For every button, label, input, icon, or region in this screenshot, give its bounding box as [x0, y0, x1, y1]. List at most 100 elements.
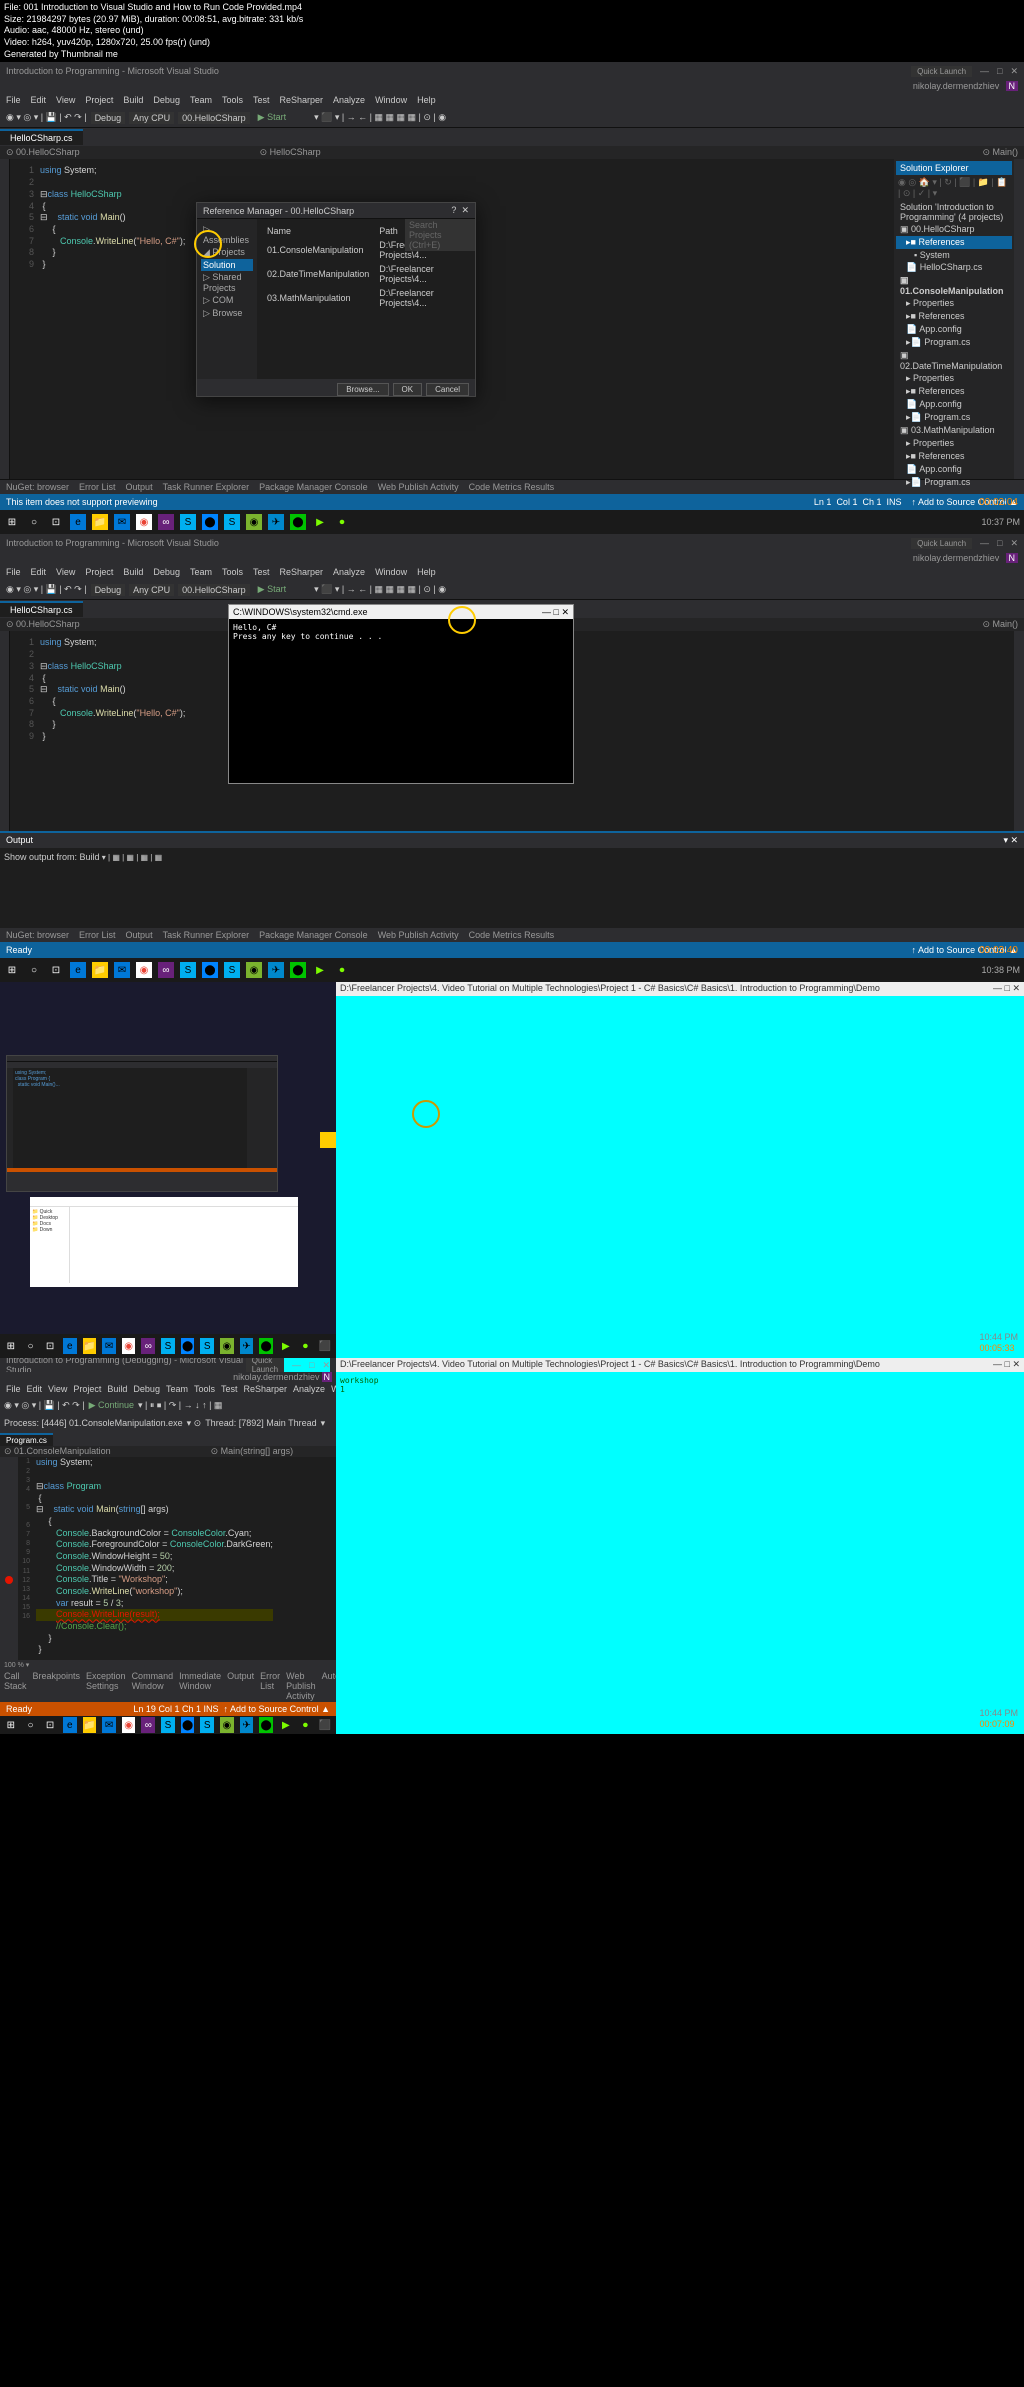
chrome-icon[interactable]: ◉ — [136, 514, 152, 530]
con-min[interactable]: — — [542, 607, 551, 617]
explorer-icon[interactable]: 📁 — [92, 514, 108, 530]
refs-node[interactable]: ▸■ References — [896, 310, 1012, 323]
task-view-thumbnail-explorer[interactable]: 📁 Quick📁 Desktop📁 Docs📁 Down — [30, 1197, 298, 1287]
dialog-search[interactable]: Search Projects (Ctrl+E) — [405, 219, 475, 251]
ok-button[interactable]: OK — [393, 383, 423, 396]
file-item[interactable]: ▸📄 Program.cs — [896, 411, 1012, 424]
nav-method[interactable]: ⊙ Main() — [982, 147, 1018, 158]
dialog-help[interactable]: ? — [451, 205, 456, 215]
menu-view[interactable]: View — [56, 95, 75, 105]
project-node[interactable]: ▣ 03.MathManipulation — [896, 424, 1012, 437]
menu-test[interactable]: Test — [253, 95, 270, 105]
output-close[interactable]: ▾ ✕ — [1003, 835, 1018, 846]
menu-build[interactable]: Build — [123, 95, 143, 105]
ref-row[interactable]: 01.ConsoleManipulation — [263, 239, 373, 261]
solution-node[interactable]: Solution 'Introduction to Programming' (… — [896, 201, 1012, 223]
start-button[interactable]: ▶ Start — [254, 111, 290, 124]
props-node[interactable]: ▸ Properties — [896, 437, 1012, 450]
browse-button[interactable]: Browse... — [337, 383, 388, 396]
ref-row[interactable]: 02.DateTimeManipulation — [263, 263, 373, 285]
breakpoint-icon[interactable] — [5, 1576, 13, 1584]
continue-button[interactable]: ▶ Continue — [89, 1400, 134, 1411]
startup-select[interactable]: 00.HelloCSharp — [178, 112, 250, 124]
menu-analyze[interactable]: Analyze — [333, 95, 365, 105]
tab-nuget[interactable]: NuGet: browser — [6, 482, 69, 492]
config-item[interactable]: 📄 App.config — [896, 463, 1012, 476]
output-from[interactable]: Show output from: Build — [4, 852, 100, 862]
thread-select[interactable]: Thread: [7892] Main Thread — [205, 1418, 316, 1428]
props-node[interactable]: ▸ Properties — [896, 372, 1012, 385]
console-window[interactable]: C:\WINDOWS\system32\cmd.exe — □ ✕ Hello,… — [228, 604, 574, 784]
task-view-thumbnail-vs[interactable]: using System;class Program { static void… — [6, 1055, 278, 1192]
editor-tab[interactable]: HelloCSharp.cs — [0, 129, 83, 145]
project-node[interactable]: ▣ 00.HelloCSharp — [896, 223, 1012, 236]
menu-window[interactable]: Window — [375, 95, 407, 105]
file-item[interactable]: ▸📄 Program.cs — [896, 336, 1012, 349]
folder-icon[interactable] — [320, 1132, 336, 1148]
nav-project[interactable]: ⊙ 00.HelloCSharp — [6, 147, 80, 158]
telegram-icon[interactable]: ✈ — [268, 514, 284, 530]
menu-edit[interactable]: Edit — [31, 95, 47, 105]
ref-row[interactable]: 03.MathManipulation — [263, 287, 373, 309]
tab-pmc[interactable]: Package Manager Console — [259, 482, 368, 492]
tree-com[interactable]: ▷ COM — [201, 294, 253, 307]
nav-class[interactable]: ⊙ HelloCSharp — [260, 147, 321, 158]
con-max[interactable]: □ — [554, 607, 559, 617]
tree-solution[interactable]: Solution — [201, 259, 253, 271]
refs-node[interactable]: ▸■ References — [896, 385, 1012, 398]
tab-metrics[interactable]: Code Metrics Results — [469, 482, 555, 492]
tab-output[interactable]: Output — [126, 482, 153, 492]
tab-taskrunner[interactable]: Task Runner Explorer — [163, 482, 250, 492]
solution-explorer[interactable]: Solution Explorer ◉ ◎ 🏠 ▾ | ↻ | ⬛ | 📁 | … — [894, 159, 1014, 479]
menu-project[interactable]: Project — [85, 95, 113, 105]
cancel-button[interactable]: Cancel — [426, 383, 469, 396]
skype2-icon[interactable]: S — [224, 514, 240, 530]
config-item[interactable]: 📄 App.config — [896, 323, 1012, 336]
menu-tools[interactable]: Tools — [222, 95, 243, 105]
console-app-cyan[interactable]: D:\Freelancer Projects\4. Video Tutorial… — [336, 1358, 1024, 1734]
dialog-tree[interactable]: ▷ Assemblies ◢ Projects Solution ▷ Share… — [197, 219, 257, 379]
camtasia2-icon[interactable]: ⏺ — [334, 514, 350, 530]
window-max[interactable]: □ — [997, 66, 1002, 76]
menu-debug[interactable]: Debug — [153, 95, 180, 105]
config-item[interactable]: 📄 App.config — [896, 398, 1012, 411]
file-item[interactable]: 📄 HelloCSharp.cs — [896, 261, 1012, 274]
line-icon[interactable]: ⬤ — [290, 514, 306, 530]
app-icon[interactable]: ⬤ — [202, 514, 218, 530]
search-icon[interactable]: ○ — [26, 514, 42, 530]
process-select[interactable]: Process: [4446] 01.ConsoleManipulation.e… — [4, 1418, 183, 1428]
dialog-list[interactable]: Search Projects (Ctrl+E) NamePath 01.Con… — [257, 219, 475, 379]
menu-resharper[interactable]: ReSharper — [280, 95, 324, 105]
windows-taskbar[interactable]: ⊞ ○ ⊡ e 📁 ✉ ◉ ∞ S ⬤ S ◉ ✈ ⬤ ▶ ⏺ 10:37 PM — [0, 510, 1024, 534]
quick-launch[interactable]: Quick Launch — [911, 66, 972, 77]
taskview-icon[interactable]: ⊡ — [48, 514, 64, 530]
tree-browse[interactable]: ▷ Browse — [201, 307, 253, 320]
window-close[interactable]: ✕ — [1010, 66, 1018, 77]
menu-help[interactable]: Help — [417, 95, 436, 105]
menu-team[interactable]: Team — [190, 95, 212, 105]
ref-item[interactable]: ▪ System — [896, 249, 1012, 261]
tab-webpub[interactable]: Web Publish Activity — [378, 482, 459, 492]
project-node[interactable]: ▣ 01.ConsoleManipulation — [896, 274, 1012, 297]
con-close[interactable]: ✕ — [561, 607, 569, 617]
platform-select[interactable]: Any CPU — [129, 112, 174, 124]
tree-assemblies[interactable]: ▷ Assemblies — [201, 223, 253, 246]
dialog-close[interactable]: ✕ — [461, 205, 469, 215]
tree-projects[interactable]: ◢ Projects — [201, 246, 253, 259]
start-icon[interactable]: ⊞ — [4, 514, 20, 530]
window-min[interactable]: — — [980, 66, 989, 76]
camtasia-icon[interactable]: ▶ — [312, 514, 328, 530]
file-item[interactable]: ▸📄 Program.cs — [896, 476, 1012, 489]
tree-shared[interactable]: ▷ Shared Projects — [201, 271, 253, 294]
project-node[interactable]: ▣ 02.DateTimeManipulation — [896, 349, 1012, 372]
skype-icon[interactable]: S — [180, 514, 196, 530]
refs-node[interactable]: ▸■ References — [896, 450, 1012, 463]
edge-icon[interactable]: e — [70, 514, 86, 530]
props-node[interactable]: ▸ Properties — [896, 297, 1012, 310]
vs-icon[interactable]: ∞ — [158, 514, 174, 530]
config-select[interactable]: Debug — [91, 112, 126, 124]
app-icon[interactable]: ◉ — [246, 514, 262, 530]
console-app-cyan[interactable]: D:\Freelancer Projects\4. Video Tutorial… — [336, 982, 1024, 1358]
menu-file[interactable]: File — [6, 95, 21, 105]
tab-errors[interactable]: Error List — [79, 482, 116, 492]
